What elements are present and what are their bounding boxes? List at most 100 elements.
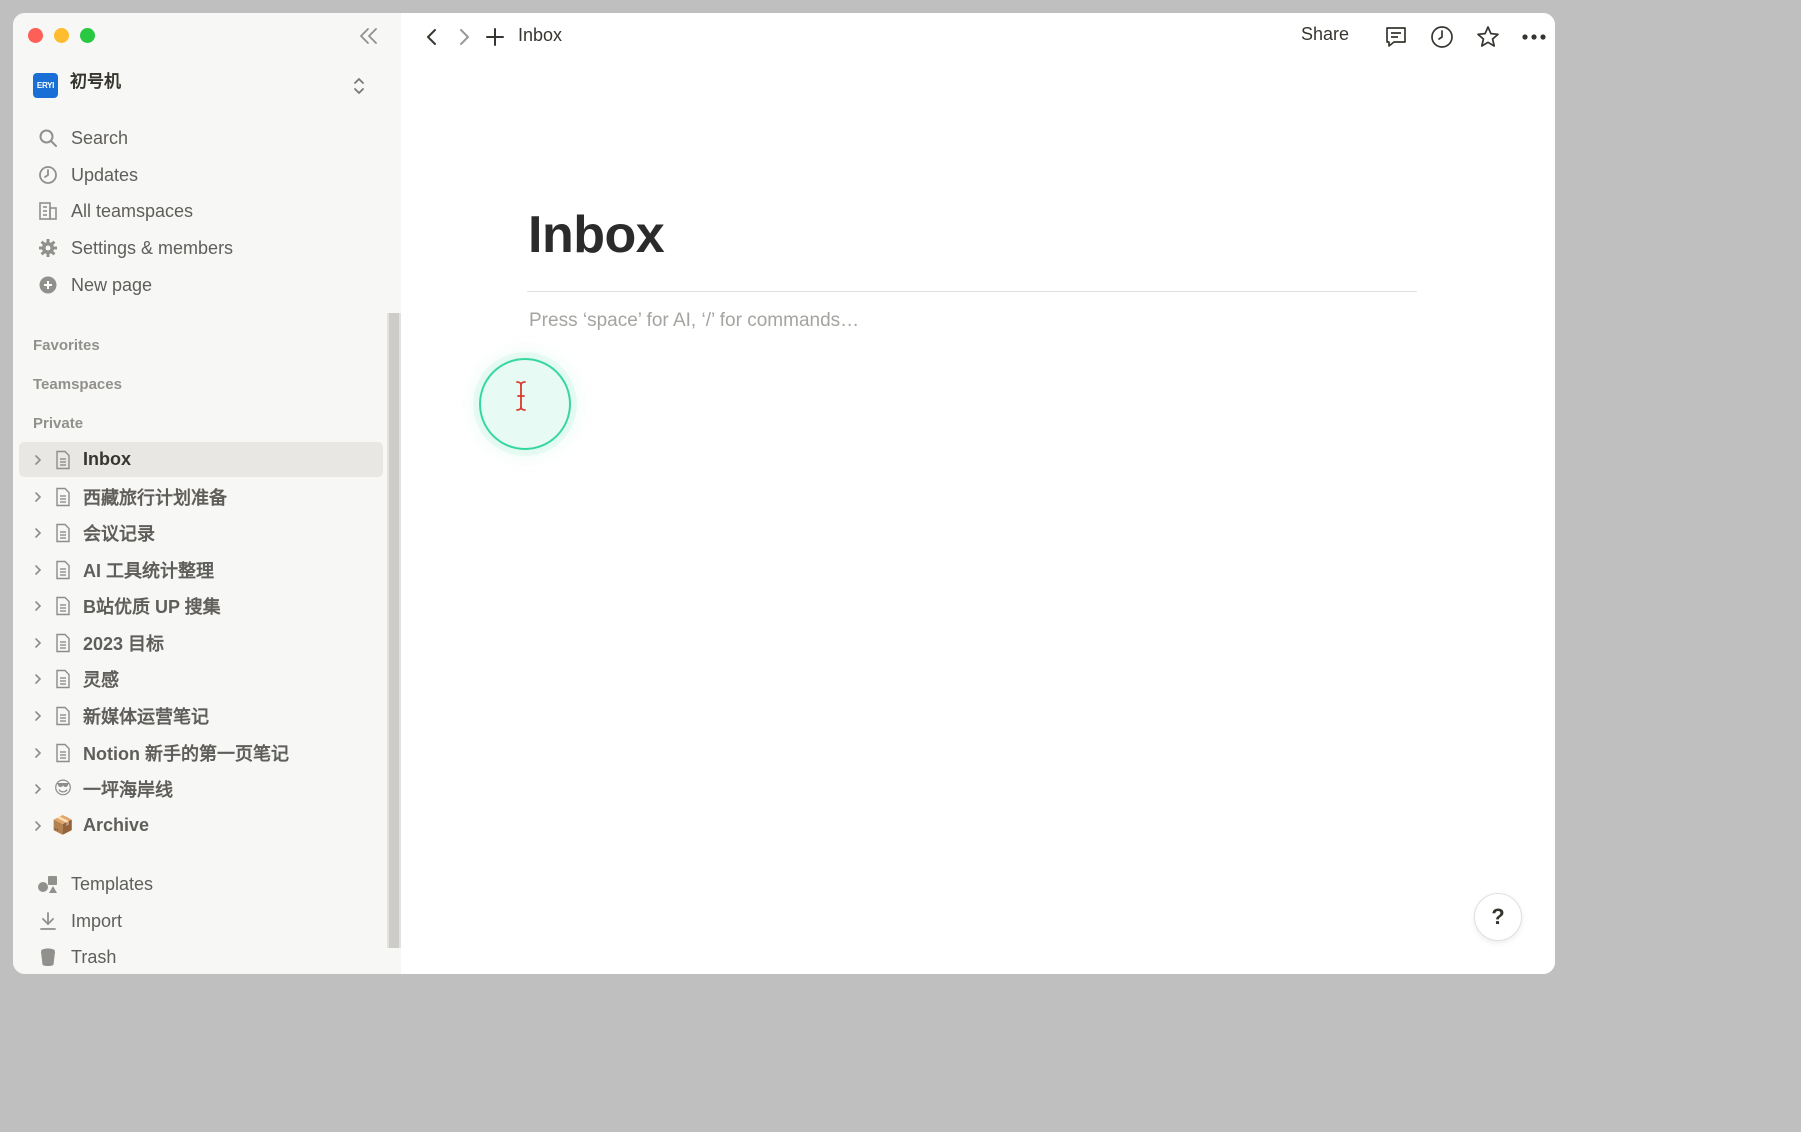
expand-chevron-icon[interactable] [27,771,49,806]
search-icon [33,121,63,155]
expand-chevron-icon[interactable] [27,661,49,696]
forward-button[interactable] [453,23,475,51]
sidebar: ERYI 初号机 Search Updates All teamspaces S… [13,13,401,974]
sidebar-page[interactable]: 2023 目标 [19,625,383,660]
expand-chevron-icon[interactable] [27,588,49,623]
page-title[interactable]: Inbox [528,205,665,265]
expand-chevron-icon[interactable] [27,552,49,587]
plus-circle-icon [33,268,63,302]
sidebar-page[interactable]: 📦 Archive [19,808,383,843]
back-button[interactable] [421,23,443,51]
nav-templates[interactable]: Templates [19,867,381,901]
page-label: 2023 目标 [83,633,165,654]
nav-label: Trash [71,946,117,967]
clock-icon [33,158,63,192]
scrollbar-thumb[interactable] [389,313,399,948]
nav-label: Import [71,910,123,931]
page-icon [49,625,77,660]
editor-placeholder[interactable]: Press ‘space’ for AI, ‘/’ for commands… [529,310,859,332]
expand-chevron-icon[interactable] [27,479,49,514]
nav-all-teamspaces[interactable]: All teamspaces [19,194,381,228]
zoom-window-button[interactable] [80,28,95,43]
title-divider [527,291,1417,292]
expand-chevron-icon[interactable] [27,515,49,550]
expand-chevron-icon[interactable] [27,625,49,660]
more-options-icon[interactable] [1519,23,1549,51]
collapse-sidebar-icon[interactable] [357,25,385,47]
section-private[interactable]: Private [33,415,83,432]
plus-icon [486,28,504,46]
import-icon [33,904,63,938]
sidebar-page[interactable]: 西藏旅行计划准备 [19,479,383,514]
page-icon [49,661,77,696]
page-label: AI 工具统计整理 [83,560,215,581]
chevron-right-icon [460,29,469,45]
help-button[interactable]: ? [1474,893,1522,941]
workspace-switcher-icon[interactable] [347,74,371,98]
page-label: Inbox [83,449,131,469]
expand-chevron-icon[interactable] [27,698,49,733]
text-cursor-icon [514,379,528,413]
page-icon [49,735,77,770]
page-icon [49,442,77,477]
expand-chevron-icon[interactable] [27,735,49,770]
expand-chevron-icon[interactable] [27,808,49,843]
nav-label: Templates [71,873,154,894]
section-teamspaces[interactable]: Teamspaces [33,376,122,393]
trash-icon [33,940,63,974]
nav-new-page[interactable]: New page [19,268,381,302]
main-content: Inbox Share Inbox Press ‘space’ for AI, … [401,13,1555,974]
nav-updates[interactable]: Updates [19,158,381,192]
history-clock-icon[interactable] [1428,23,1456,51]
sidebar-page[interactable]: 新媒体运营笔记 [19,698,383,733]
sidebar-scrollbar[interactable] [387,313,401,948]
templates-icon [33,867,63,901]
chevron-left-icon [427,29,436,45]
sunglasses-emoji-icon: 😎 [53,778,73,798]
nav-search[interactable]: Search [19,121,381,155]
page-label: 新媒体运营笔记 [83,706,209,727]
nav-label: New page [71,274,153,295]
nav-label: Updates [71,164,139,185]
page-label: 会议记录 [83,523,155,544]
comments-icon[interactable] [1382,23,1410,51]
sidebar-page-inbox[interactable]: Inbox [19,442,383,477]
sidebar-page[interactable]: 😎 一坪海岸线 [19,771,383,806]
nav-settings-members[interactable]: Settings & members [19,231,381,265]
section-favorites[interactable]: Favorites [33,337,100,354]
package-emoji-icon: 📦 [51,815,75,835]
minimize-window-button[interactable] [54,28,69,43]
sidebar-page[interactable]: 会议记录 [19,515,383,550]
breadcrumb[interactable]: Inbox [518,25,562,46]
page-label: 灵感 [83,669,119,690]
expand-chevron-icon[interactable] [27,442,49,477]
gear-icon [33,231,63,265]
page-label: Archive [83,815,150,835]
share-button[interactable]: Share [1301,24,1349,45]
new-page-button[interactable] [483,23,507,51]
page-icon [49,479,77,514]
page-icon [49,515,77,550]
page-icon [49,698,77,733]
sidebar-page[interactable]: AI 工具统计整理 [19,552,383,587]
nav-label: Search [71,127,129,148]
nav-label: All teamspaces [71,200,194,221]
nav-trash[interactable]: Trash [19,940,381,974]
page-label: 一坪海岸线 [83,779,173,800]
workspace-logo[interactable]: ERYI [33,73,58,98]
page-label: B站优质 UP 搜集 [83,596,221,617]
page-icon [49,588,77,623]
workspace-name[interactable]: 初号机 [70,67,121,92]
nav-label: Settings & members [71,237,234,258]
page-label: Notion 新手的第一页笔记 [83,743,289,764]
sidebar-page[interactable]: Notion 新手的第一页笔记 [19,735,383,770]
page-icon [49,552,77,587]
sidebar-page[interactable]: B站优质 UP 搜集 [19,588,383,623]
app-window: ERYI 初号机 Search Updates All teamspaces S… [13,13,1555,974]
building-icon [33,194,63,228]
sidebar-page[interactable]: 灵感 [19,661,383,696]
page-label: 西藏旅行计划准备 [83,487,227,508]
favorite-star-icon[interactable] [1474,23,1502,51]
nav-import[interactable]: Import [19,904,381,938]
close-window-button[interactable] [28,28,43,43]
